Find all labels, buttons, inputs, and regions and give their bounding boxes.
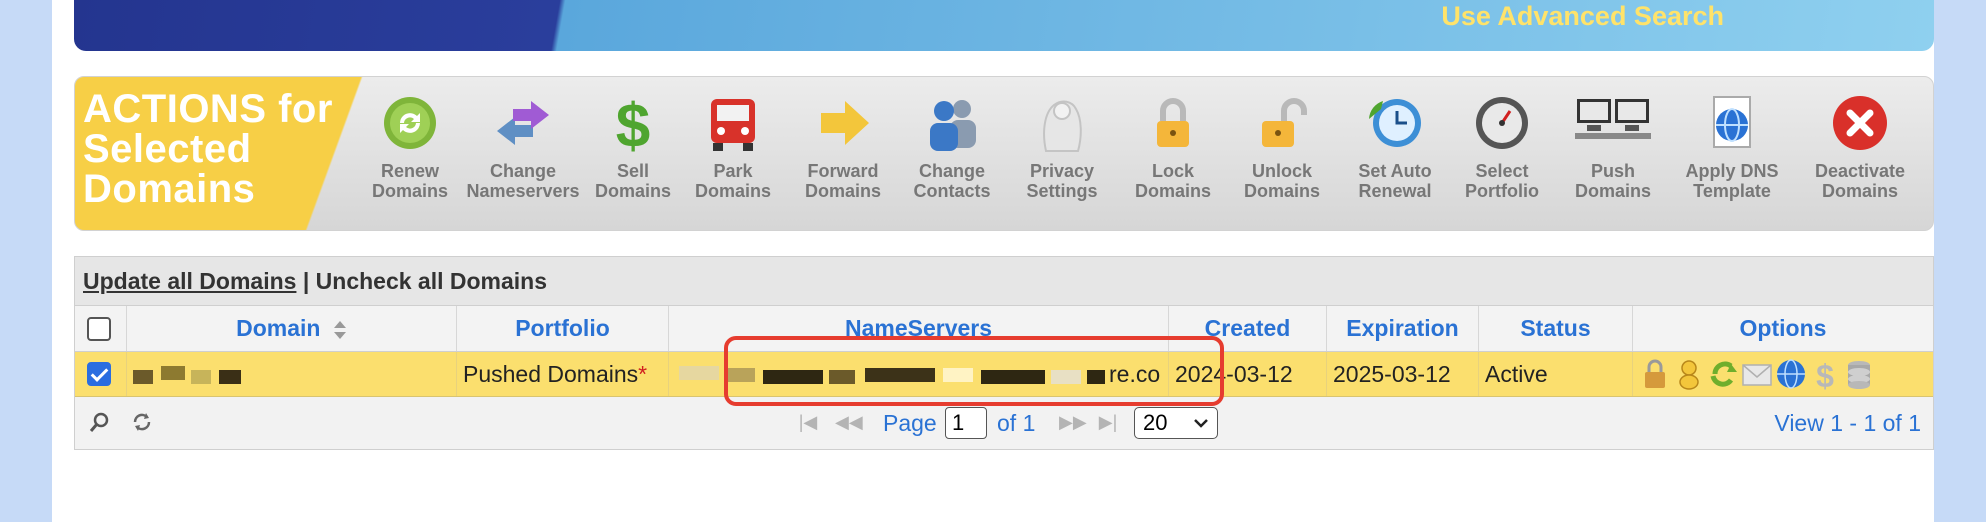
change-contacts-label: Change Contacts [913,161,991,201]
page-size-select[interactable]: 20 [1134,407,1218,439]
page-number-input[interactable]: 1 [945,407,987,439]
mail-icon[interactable] [1741,358,1773,390]
change-nameservers-button[interactable]: Change Nameservers [458,93,588,201]
renew-icon [384,97,436,149]
options-cell: $ [1633,352,1933,396]
park-domains-button[interactable]: Park Domains [688,93,778,201]
sell-domains-button[interactable]: $ Sell Domains [588,93,678,201]
actions-toolbar: ACTIONS for Selected Domains Renew Domai… [74,76,1934,231]
gauge-icon [1476,97,1528,149]
page-count-label: of 1 [997,410,1036,436]
update-all-domains-link[interactable]: Update all Domains [83,268,296,294]
privacy-settings-button[interactable]: Privacy Settings [1007,93,1117,201]
chevron-down-icon [1194,419,1208,428]
dollar-icon: $ [616,93,650,153]
first-page-icon[interactable]: |◀ [797,411,819,433]
page-size-value: 20 [1143,410,1168,435]
column-header-domain[interactable]: Domain [127,306,457,351]
refresh-grid-icon[interactable] [131,411,153,433]
privacy-icon [1043,100,1082,152]
sort-icon [333,320,346,339]
privacy-settings-label: Privacy Settings [1026,161,1098,201]
required-mark: * [638,361,648,387]
column-header-portfolio[interactable]: Portfolio [457,306,669,351]
arrow-right-icon [821,101,869,145]
globe-document-icon [1713,96,1751,148]
column-header-status[interactable]: Status [1479,306,1633,351]
apply-dns-template-button[interactable]: Apply DNS Template [1671,93,1793,201]
car-icon [711,99,755,151]
push-domains-button[interactable]: Push Domains [1558,93,1668,201]
left-frame [0,0,52,522]
apply-dns-template-label: Apply DNS Template [1685,161,1779,201]
clock-icon [1369,99,1421,147]
column-header-options: Options [1739,315,1827,341]
refresh-icon[interactable] [1707,358,1739,390]
main-content: Use Advanced Search ACTIONS for Selected… [52,0,1934,522]
portfolio-cell: Pushed Domains* [457,352,669,396]
deactivate-domains-label: Deactivate Domains [1814,161,1906,201]
redacted-block [133,370,153,384]
dollar-icon[interactable]: $ [1809,358,1841,390]
grid-toolbar: Update all Domains | Uncheck all Domains [75,257,1933,306]
search-icon[interactable] [89,411,111,433]
lock-icon [1157,98,1189,147]
set-auto-renewal-label: Set Auto Renewal [1358,161,1432,201]
forward-domains-button[interactable]: Forward Domains [788,93,898,201]
header-select-cell [75,306,127,351]
select-all-checkbox[interactable] [87,317,111,341]
column-header-domain-label: Domain [236,315,321,341]
toolbar-separator: | [296,268,316,294]
contacts-icon [930,100,976,151]
lock-domains-label: Lock Domains [1134,161,1212,201]
right-frame [1934,0,1986,522]
view-range-label: View 1 - 1 of 1 [1774,410,1921,436]
park-domains-label: Park Domains [694,161,772,201]
person-icon[interactable] [1673,358,1705,390]
forward-domains-label: Forward Domains [804,161,882,201]
svg-text:$: $ [1816,358,1834,390]
select-portfolio-label: Select Portfolio [1465,161,1539,201]
lock-icon[interactable] [1639,358,1671,390]
renew-domains-button[interactable]: Renew Domains [355,93,465,201]
redacted-block [161,366,185,380]
portfolio-value: Pushed Domains [463,361,639,387]
expiration-cell: 2025-03-12 [1327,352,1479,396]
prev-page-icon[interactable]: ◀◀ [835,411,863,433]
advanced-search-link[interactable]: Use Advanced Search [1441,0,1724,32]
lock-domains-button[interactable]: Lock Domains [1118,93,1228,201]
computers-icon [1575,99,1651,139]
close-circle-icon [1833,96,1887,150]
unlock-icon [1262,98,1307,147]
search-banner: Use Advanced Search [74,0,1934,51]
uncheck-all-domains-link[interactable]: Uncheck all Domains [316,268,547,294]
change-nameservers-label: Change Nameservers [466,161,580,201]
redacted-block [219,370,241,384]
actions-title: ACTIONS for Selected Domains [83,87,333,211]
row-checkbox[interactable] [87,362,111,386]
unlock-domains-button[interactable]: Unlock Domains [1227,93,1337,201]
database-icon[interactable] [1843,358,1875,390]
set-auto-renewal-button[interactable]: Set Auto Renewal [1340,93,1450,201]
page-label: Page [883,410,937,436]
redacted-block [679,366,719,380]
unlock-domains-label: Unlock Domains [1243,161,1321,201]
last-page-icon[interactable]: ▶| [1097,411,1119,433]
push-domains-label: Push Domains [1574,161,1652,201]
domain-cell[interactable] [127,352,457,396]
select-portfolio-button[interactable]: Select Portfolio [1447,93,1557,201]
renew-domains-label: Renew Domains [371,161,449,201]
row-select-cell [75,352,127,396]
highlight-annotation-box [724,336,1224,406]
change-contacts-button[interactable]: Change Contacts [897,93,1007,201]
change-nameservers-icon [497,101,549,145]
deactivate-domains-button[interactable]: Deactivate Domains [1799,93,1921,201]
column-header-expiration[interactable]: Expiration [1327,306,1479,351]
globe-icon[interactable] [1775,358,1807,390]
redacted-block [191,370,211,384]
next-page-icon[interactable]: ▶▶ [1059,411,1087,433]
status-cell: Active [1479,352,1633,396]
svg-text:$: $ [616,93,650,153]
sell-domains-label: Sell Domains [594,161,672,201]
